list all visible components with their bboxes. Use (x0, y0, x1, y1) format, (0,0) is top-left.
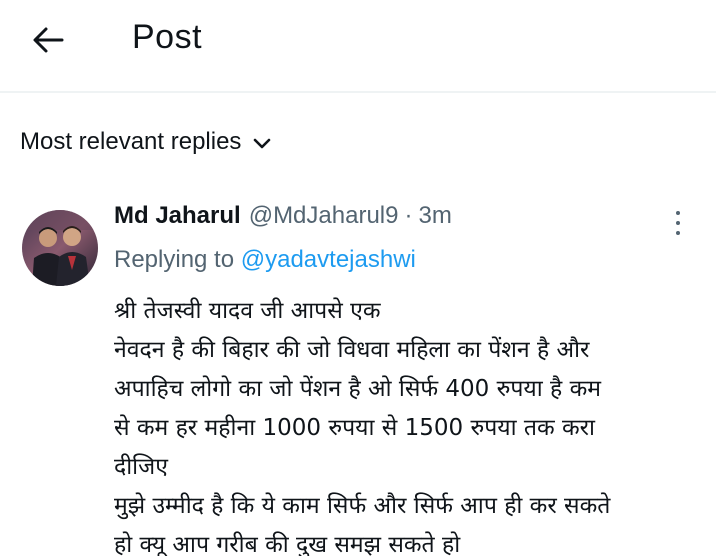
sort-label: Most relevant replies (20, 128, 242, 155)
reply-header: Md Jaharul @MdJaharul9 · 3m (114, 202, 704, 236)
arrow-left-icon (33, 27, 64, 53)
post-text-line: मुझे उम्मीद है कि ये काम सिर्फ और सिर्फ … (114, 493, 611, 519)
sort-replies-dropdown[interactable]: Most relevant replies (20, 128, 271, 156)
post-text-line: नेवदन है की बिहार की जो विधवा महिला का प… (114, 337, 590, 363)
top-bar: Post (0, 0, 716, 88)
page-title: Post (132, 18, 203, 56)
header-divider (0, 91, 716, 93)
avatar-image (22, 210, 98, 286)
back-button[interactable] (28, 20, 68, 60)
replying-to-line: Replying to @yadavtejashwi (114, 246, 704, 280)
reply-content: Md Jaharul @MdJaharul9 · 3m Replying to … (114, 202, 704, 556)
chevron-down-icon (254, 138, 271, 149)
post-text-line: से कम हर महीना 1000 रुपया से 1500 रुपया … (114, 415, 595, 441)
avatar[interactable] (22, 210, 98, 286)
replying-to-mention[interactable]: @yadavtejashwi (241, 246, 416, 273)
post-text: श्री तेजस्वी यादव जी आपसे एक नेवदन है की… (114, 292, 704, 556)
more-options-button[interactable] (664, 208, 692, 238)
post-text-line: दीजिए (114, 454, 168, 480)
post-text-line: हो क्यू आप गरीब की दुख समझ सकते हो (114, 532, 461, 556)
more-vertical-icon (676, 211, 680, 215)
post-text-line: अपाहिच लोगो का जो पेंशन है ओ सिर्फ 400 र… (114, 376, 601, 402)
author-name[interactable]: Md Jaharul (114, 202, 241, 230)
post-timestamp[interactable]: 3m (418, 202, 451, 230)
post-text-line: श्री तेजस्वी यादव जी आपसे एक (114, 298, 381, 324)
replying-to-prefix: Replying to (114, 246, 235, 273)
meta-separator: · (404, 202, 413, 229)
author-handle[interactable]: @MdJaharul9 (249, 202, 399, 230)
